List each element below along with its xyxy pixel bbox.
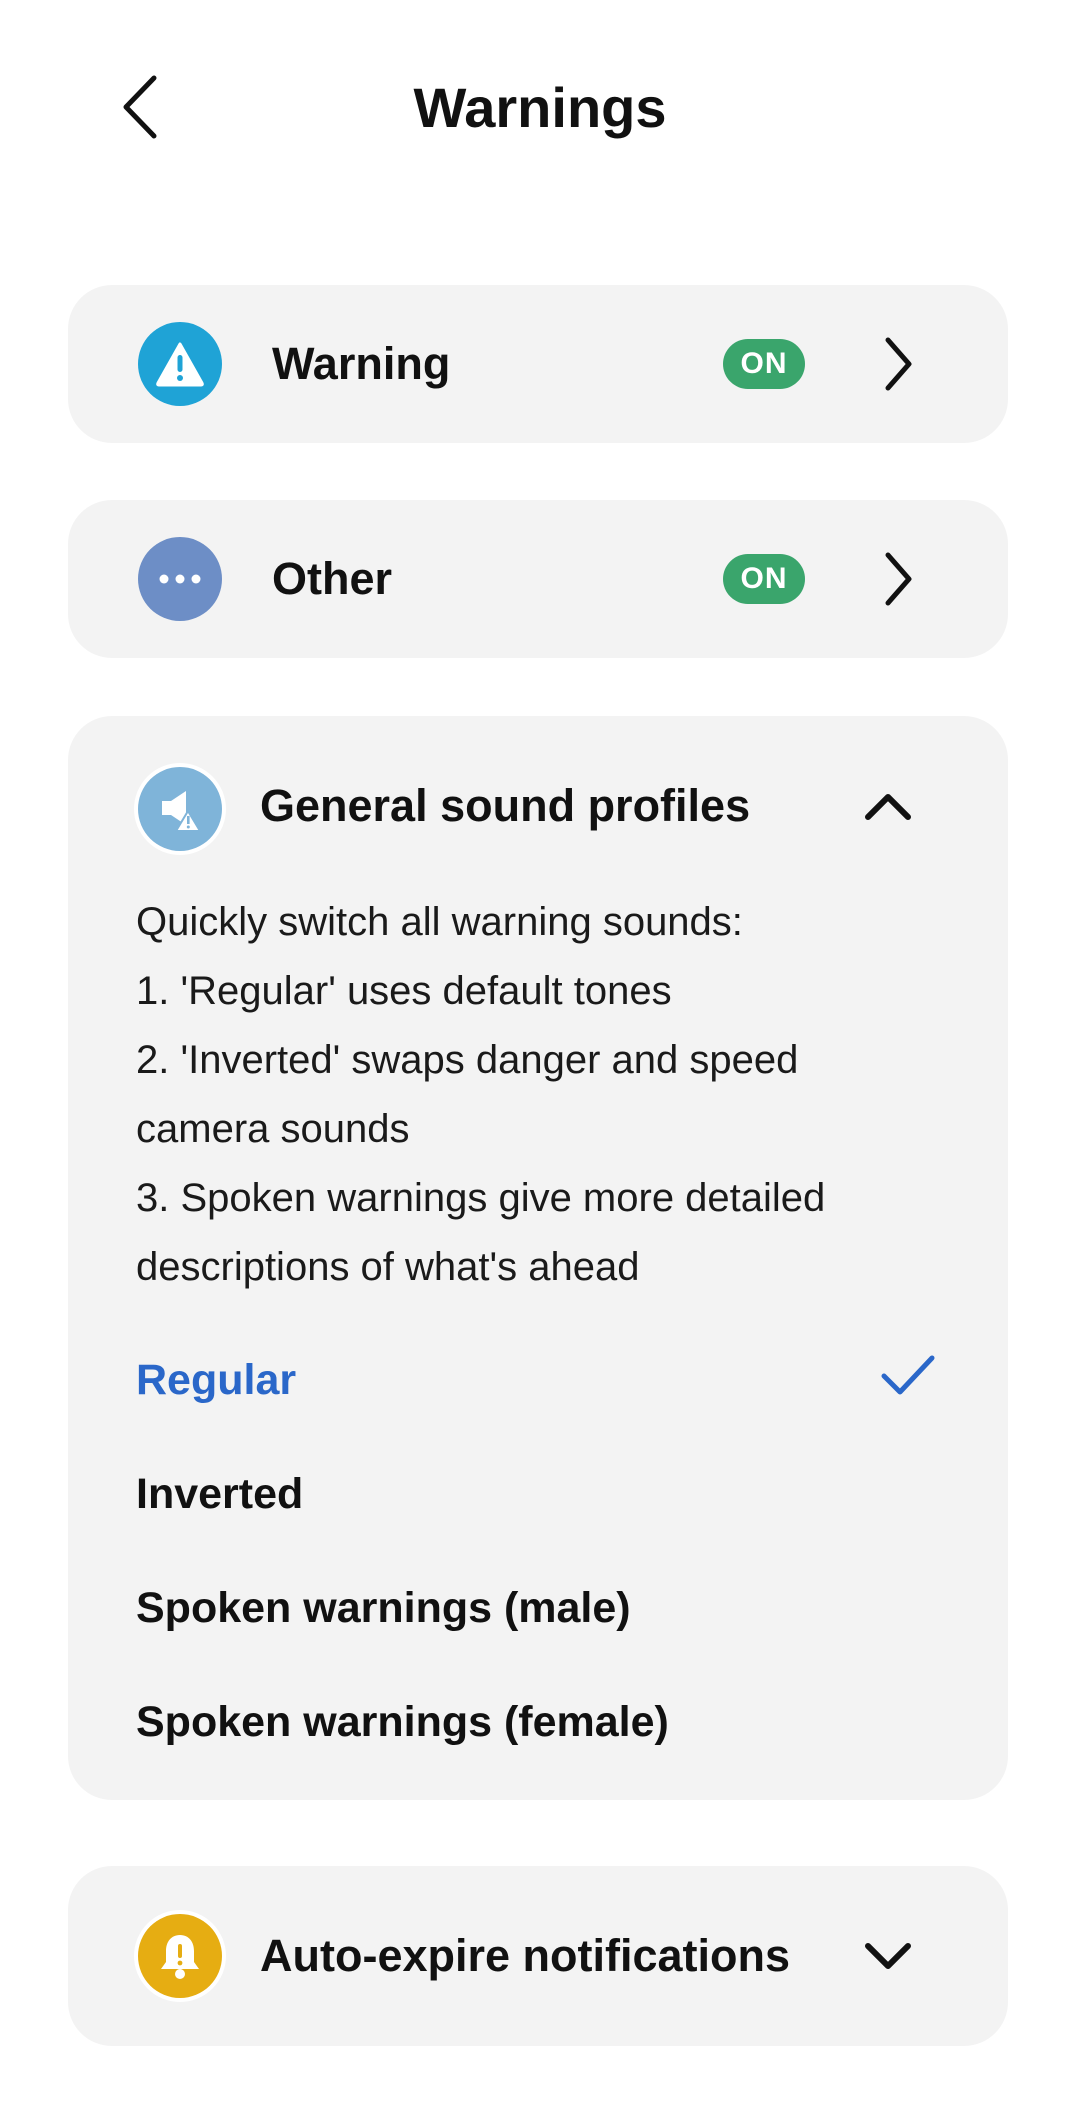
checkmark-icon: [880, 1354, 936, 1403]
auto-expire-title: Auto-expire notifications: [260, 1930, 791, 1981]
description-line: 1. 'Regular' uses default tones: [136, 969, 672, 1013]
sound-profiles-card: General sound profiles Quickly switch al…: [68, 716, 1008, 1800]
option-spoken-male[interactable]: Spoken warnings (male): [68, 1558, 1008, 1658]
sound-profiles-title: General sound profiles: [260, 780, 751, 831]
more-dots-icon: [138, 537, 222, 621]
option-spoken-female[interactable]: Spoken warnings (female): [68, 1672, 1008, 1772]
description-line: 3. Spoken warnings give more detailed: [136, 1176, 826, 1220]
other-row[interactable]: Other ON: [68, 500, 1008, 658]
bell-warning-icon: [138, 1914, 222, 1998]
chevron-right-icon: [868, 544, 928, 614]
chevron-up-icon: [858, 771, 918, 841]
option-label: Spoken warnings (female): [136, 1698, 669, 1746]
description-line: camera sounds: [136, 1107, 410, 1151]
description-line: descriptions of what's ahead: [136, 1245, 640, 1289]
warning-label: Warning: [272, 338, 451, 389]
page-title: Warnings: [413, 76, 667, 139]
option-inverted[interactable]: Inverted: [68, 1444, 1008, 1544]
warning-triangle-icon: [138, 322, 222, 406]
chevron-down-icon: [858, 1921, 918, 1991]
description-line: 2. 'Inverted' swaps danger and speed: [136, 1038, 799, 1082]
status-badge: ON: [723, 554, 805, 604]
chevron-right-icon: [868, 329, 928, 399]
speaker-warning-icon: [138, 767, 222, 851]
option-label: Inverted: [136, 1470, 304, 1518]
description-line: Quickly switch all warning sounds:: [136, 900, 743, 944]
auto-expire-row[interactable]: Auto-expire notifications: [68, 1866, 1008, 2046]
status-badge: ON: [723, 339, 805, 389]
option-label: Regular: [136, 1356, 297, 1404]
sound-profiles-description: Quickly switch all warning sounds: 1. 'R…: [136, 888, 956, 1302]
sound-profiles-header[interactable]: General sound profiles: [68, 716, 1008, 896]
other-label: Other: [272, 553, 393, 604]
option-regular[interactable]: Regular: [68, 1330, 1008, 1430]
warning-row[interactable]: Warning ON: [68, 285, 1008, 443]
option-label: Spoken warnings (male): [136, 1584, 631, 1632]
